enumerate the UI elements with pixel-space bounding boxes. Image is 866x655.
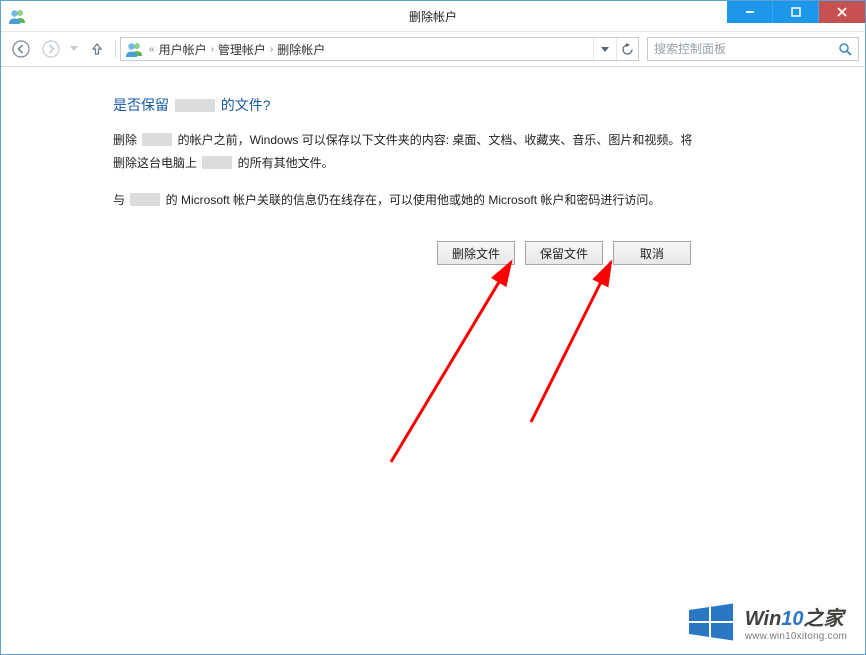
breadcrumb-item[interactable]: 删除帐户 — [277, 41, 325, 58]
redacted-username — [142, 133, 172, 146]
window-title: 删除帐户 — [409, 8, 457, 25]
breadcrumb-right — [593, 38, 638, 60]
redacted-username — [175, 99, 215, 112]
windows-logo-icon — [687, 598, 735, 646]
user-accounts-icon — [9, 8, 25, 24]
para-text: 的帐户之前，Windows 可以保存以下文件夹的内容: 桌面、文档、收藏夹、音乐… — [113, 133, 692, 170]
search-box — [647, 37, 859, 61]
breadcrumb-bar[interactable]: « 用户帐户 › 管理帐户 › 删除帐户 — [120, 37, 639, 61]
redacted-username — [202, 156, 232, 169]
titlebar: 删除帐户 — [1, 1, 865, 31]
annotation-arrow — [381, 252, 541, 475]
breadcrumb-icon — [125, 40, 143, 58]
heading-text: 是否保留 — [113, 97, 173, 113]
para-text: 的所有其他文件。 — [234, 156, 333, 170]
nav-recent-dropdown-icon[interactable] — [67, 36, 81, 62]
search-input[interactable] — [648, 42, 832, 56]
refresh-button[interactable] — [616, 38, 638, 60]
para-text: 的 Microsoft 帐户关联的信息仍在线存在，可以使用他或她的 Micros… — [162, 193, 660, 207]
window-controls — [727, 1, 865, 23]
watermark: Win10之家 www.win10xitong.com — [687, 598, 847, 646]
button-row: 删除文件 保留文件 取消 — [113, 241, 701, 265]
watermark-title: Win10之家 — [745, 602, 847, 631]
watermark-url: www.win10xitong.com — [745, 631, 847, 642]
content-area: 是否保留 的文件? 删除 的帐户之前，Windows 可以保存以下文件夹的内容:… — [1, 67, 865, 654]
breadcrumb-item[interactable]: 管理帐户 — [218, 41, 266, 58]
breadcrumb-chevron-icon: « — [145, 44, 159, 55]
navbar: « 用户帐户 › 管理帐户 › 删除帐户 — [1, 31, 865, 67]
nav-back-button[interactable] — [7, 36, 35, 62]
breadcrumb-item[interactable]: 用户帐户 — [159, 41, 207, 58]
cancel-button[interactable]: 取消 — [613, 241, 691, 265]
window-frame: 删除帐户 — [0, 0, 866, 655]
close-button[interactable] — [819, 1, 865, 23]
breadcrumb-chevron-icon: › — [266, 44, 277, 55]
nav-forward-button[interactable] — [37, 36, 65, 62]
annotation-arrow — [521, 252, 641, 435]
nav-separator — [115, 40, 116, 58]
para-text: 删除 — [113, 133, 140, 147]
content-inner: 是否保留 的文件? 删除 的帐户之前，Windows 可以保存以下文件夹的内容:… — [1, 95, 761, 265]
nav-up-button[interactable] — [83, 36, 111, 62]
breadcrumb-dropdown-icon[interactable] — [594, 38, 616, 60]
maximize-button[interactable] — [773, 1, 819, 23]
paragraph-1: 删除 的帐户之前，Windows 可以保存以下文件夹的内容: 桌面、文档、收藏夹… — [113, 129, 701, 175]
delete-files-button[interactable]: 删除文件 — [437, 241, 515, 265]
search-button[interactable] — [832, 38, 858, 60]
para-text: 与 — [113, 193, 128, 207]
titlebar-left — [1, 8, 25, 24]
paragraph-2: 与 的 Microsoft 帐户关联的信息仍在线存在，可以使用他或她的 Micr… — [113, 189, 701, 212]
page-heading: 是否保留 的文件? — [113, 95, 701, 115]
keep-files-button[interactable]: 保留文件 — [525, 241, 603, 265]
heading-text: 的文件? — [217, 97, 271, 113]
minimize-button[interactable] — [727, 1, 773, 23]
redacted-username — [130, 193, 160, 206]
breadcrumb-chevron-icon: › — [207, 44, 218, 55]
